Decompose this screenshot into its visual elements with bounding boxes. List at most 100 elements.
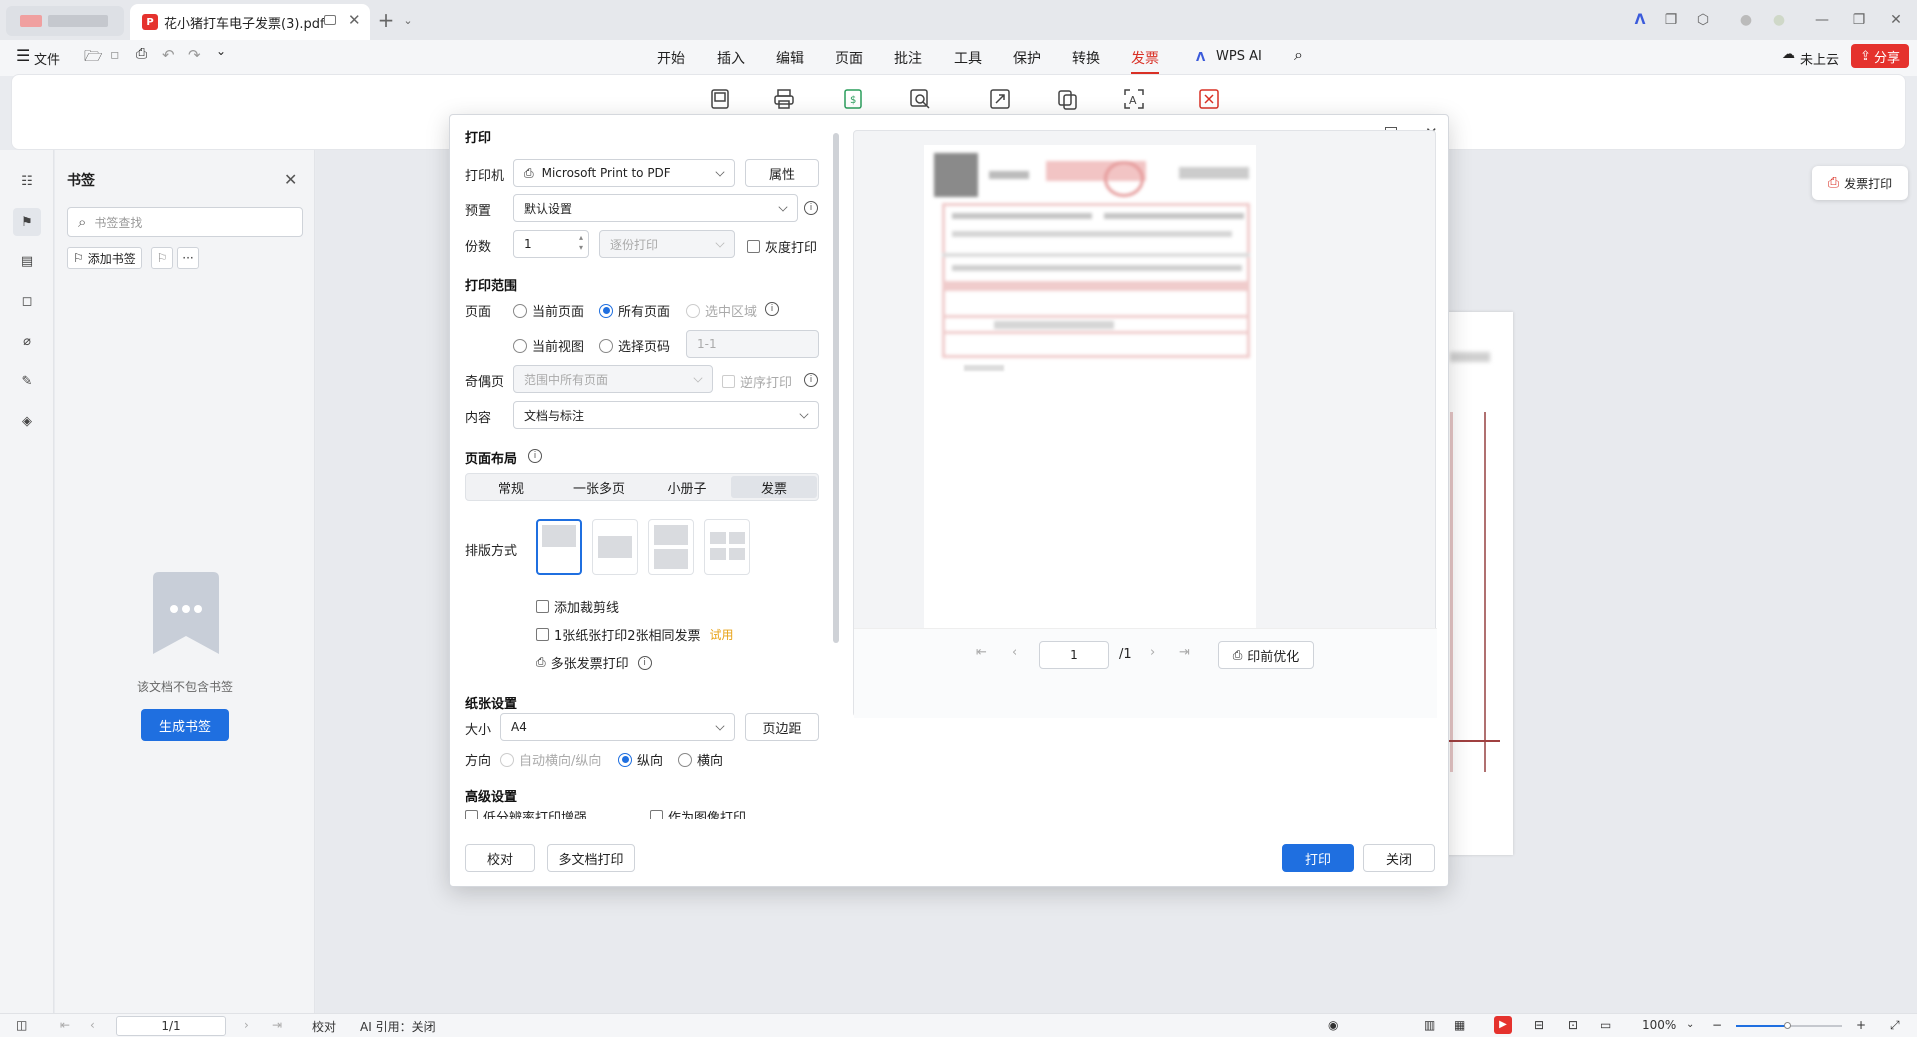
invoice-print-float-button[interactable]: ⎙ 发票打印 (1812, 166, 1908, 200)
last-page-icon[interactable]: ⇥ (272, 1018, 282, 1032)
zoom-slider[interactable] (1736, 1022, 1842, 1029)
outline-icon[interactable]: ☷ (16, 170, 38, 192)
wps-ai-logo-icon[interactable]: Λ (1630, 10, 1650, 30)
add-bookmark-button[interactable]: ⚐ 添加书签 (67, 247, 142, 269)
tab-protect[interactable]: 保护 (1013, 48, 1041, 68)
thumbnail-icon[interactable]: ▤ (16, 250, 38, 272)
radio-selection[interactable]: 选中区域 (686, 301, 757, 320)
content-select[interactable]: 文档与标注 (513, 401, 819, 429)
bookmark-icon[interactable]: ⚑ (13, 208, 41, 236)
signature-icon[interactable]: ✎ (16, 370, 38, 392)
layout-option-2-vertical[interactable] (648, 519, 694, 575)
prev-page-icon[interactable]: ‹ (90, 1018, 95, 1032)
tab-annotate[interactable]: 批注 (894, 48, 922, 68)
add-crop-marks-checkbox[interactable]: 添加裁剪线 (536, 597, 619, 616)
layers-icon[interactable]: ◈ (16, 410, 38, 432)
invoice-copy-icon[interactable] (1055, 87, 1079, 111)
attachment-icon[interactable]: ⌀ (16, 330, 38, 352)
tab-edit[interactable]: 编辑 (776, 48, 804, 68)
next-page-icon[interactable]: › (244, 1018, 249, 1032)
layout-tab-invoice[interactable]: 发票 (731, 476, 817, 498)
invoice-expand-icon[interactable] (988, 87, 1012, 111)
more-button[interactable]: ··· (177, 247, 199, 269)
layout-tab-booklet[interactable]: 小册子 (644, 476, 730, 498)
invoice-scan-icon[interactable] (708, 87, 732, 111)
info-icon[interactable]: i (637, 655, 652, 670)
fit-width-icon[interactable]: ⊟ (1534, 1018, 1544, 1032)
layout-option-1-center[interactable] (592, 519, 638, 575)
info-icon[interactable]: i (804, 373, 818, 387)
radio-auto-orientation[interactable]: 自动横向/纵向 (500, 750, 601, 769)
info-icon[interactable]: i (528, 449, 542, 463)
zoom-in-icon[interactable]: + (1856, 1018, 1866, 1032)
hamburger-icon[interactable]: ☰ (16, 46, 30, 65)
reverse-print-checkbox[interactable]: 逆序打印 (722, 372, 792, 391)
double-page-icon[interactable]: ▦ (1454, 1018, 1465, 1032)
multi-invoice-print-link[interactable]: ⎙ 多张发票打印 i (536, 653, 652, 672)
file-menu[interactable]: 文件 (34, 49, 60, 68)
stepper-arrows-icon[interactable]: ▴ ▾ (579, 233, 583, 253)
minimize-icon[interactable]: — (1812, 10, 1832, 30)
collate-select[interactable]: 逐份打印 (599, 230, 735, 258)
print-button[interactable]: 打印 (1282, 844, 1354, 872)
print-icon[interactable]: ⎙ (136, 46, 147, 62)
ai-cite-status[interactable]: AI 引用：关闭 (360, 1018, 436, 1035)
eye-icon[interactable]: ◉ (1328, 1018, 1338, 1032)
search-icon[interactable]: ⌕ (1294, 45, 1303, 65)
info-icon[interactable]: i (804, 201, 818, 215)
radio-portrait[interactable]: 纵向 (618, 750, 663, 769)
settings-scrollbar[interactable] (833, 133, 839, 643)
invoice-close-icon[interactable] (1197, 87, 1221, 111)
zoom-out-icon[interactable]: − (1712, 1018, 1722, 1032)
single-page-icon[interactable]: ▥ (1424, 1018, 1435, 1032)
zoom-level[interactable]: 100% (1642, 1018, 1676, 1032)
save-icon[interactable]: ▫ (110, 47, 120, 63)
multi-document-print-button[interactable]: 多文档打印 (547, 844, 635, 872)
grayscale-checkbox[interactable]: 灰度打印 (747, 237, 817, 256)
zoom-dropdown-icon[interactable]: ⌄ (1686, 1019, 1694, 1030)
layout-tab-multi-page[interactable]: 一张多页 (556, 476, 642, 498)
first-page-icon[interactable]: ⇤ (976, 645, 987, 660)
new-tab-icon[interactable]: + (376, 8, 396, 32)
properties-button[interactable]: 属性 (745, 159, 819, 187)
sidebar-toggle-icon[interactable]: ◫ (16, 1018, 27, 1032)
copies-stepper[interactable]: 1 ▴ ▾ (513, 230, 589, 258)
printer-select[interactable]: ⎙ Microsoft Print to PDF (513, 159, 735, 187)
window-copy-icon[interactable]: ❐ (1661, 10, 1681, 30)
pre-print-optimize-button[interactable]: ⎙ 印前优化 (1218, 641, 1314, 669)
two-per-sheet-checkbox[interactable]: 1张纸张打印2张相同发票 试用 (536, 625, 734, 644)
page-range-input[interactable]: 1-1 (686, 330, 819, 358)
tab-start[interactable]: 开始 (657, 48, 685, 68)
preview-page-input[interactable]: 1 (1039, 641, 1109, 669)
odd-even-select[interactable]: 范围中所有页面 (513, 365, 713, 393)
skin-icon[interactable]: ● (1736, 10, 1756, 30)
tab-pin-icon[interactable] (324, 15, 336, 25)
invoice-money-icon[interactable]: $ (841, 87, 865, 111)
proofread-status[interactable]: 校对 (312, 1018, 336, 1035)
margins-button[interactable]: 页边距 (745, 713, 819, 741)
prev-page-icon[interactable]: ‹ (1012, 645, 1017, 660)
tab-convert[interactable]: 转换 (1072, 48, 1100, 68)
print-as-image-checkbox[interactable]: 作为图像打印 (650, 807, 746, 819)
last-page-icon[interactable]: ⇥ (1179, 645, 1190, 660)
tab-tools[interactable]: 工具 (954, 48, 982, 68)
window-close-icon[interactable]: ✕ (1886, 10, 1906, 30)
document-tab[interactable]: P 花小猪打车电子发票(3).pdf ✕ (130, 4, 370, 40)
tab-insert[interactable]: 插入 (717, 48, 745, 68)
layout-option-4-grid[interactable] (704, 519, 750, 575)
screen-icon[interactable]: ▭ (1600, 1018, 1611, 1032)
cloud-status[interactable]: 未上云 (1800, 49, 1839, 68)
share-button[interactable]: ⇪ 分享 (1851, 44, 1909, 68)
invoice-print-icon[interactable] (772, 87, 796, 111)
low-res-enhance-checkbox[interactable]: 低分辨率打印增强 (465, 807, 587, 819)
info-icon[interactable]: i (765, 302, 779, 316)
undo-icon[interactable]: ↶ (162, 46, 175, 64)
tab-wps-ai[interactable]: WPS AI (1216, 49, 1262, 64)
tab-close-icon[interactable]: ✕ (348, 11, 361, 29)
layout-tab-normal[interactable]: 常规 (468, 476, 554, 498)
bookmark-search-input[interactable]: ⌕ 书签查找 (67, 207, 303, 237)
invoice-ocr-icon[interactable]: A (1122, 87, 1146, 111)
next-page-icon[interactable]: › (1150, 645, 1155, 660)
radio-all-pages[interactable]: 所有页面 (599, 301, 670, 320)
close-icon[interactable]: ✕ (284, 170, 297, 189)
